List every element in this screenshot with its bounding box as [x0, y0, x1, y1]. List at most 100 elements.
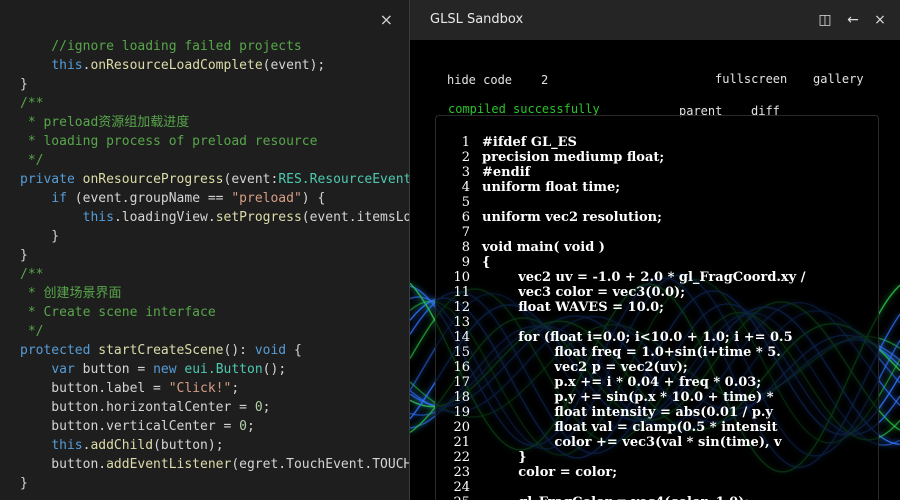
line-number: 20	[453, 420, 470, 435]
line-number: 16	[453, 360, 470, 375]
shader-code-text: p.y += sin(p.x * 10.0 + time) *	[482, 390, 774, 405]
hide-code-button[interactable]: hide code	[437, 67, 523, 93]
code-token: //ignore loading failed projects	[20, 39, 302, 54]
code-line: this.addChild(button);	[20, 436, 409, 455]
shader-code-line: 12 float WAVES = 10.0;	[436, 300, 878, 315]
code-token: new	[153, 362, 185, 377]
layout-icon[interactable]: ◫	[815, 10, 835, 30]
line-number: 9	[461, 255, 470, 270]
shader-code-editor[interactable]: 1 #ifdef GL_ES 2 precision mediump float; 3 #…	[435, 115, 879, 500]
shader-code-line: 9{	[436, 255, 878, 270]
shader-code-line: 20 float val = clamp(0.5 * intensit	[436, 420, 878, 435]
shader-code-line: 5	[436, 195, 878, 210]
code-token: addEventListener	[106, 457, 232, 472]
line-number: 19	[453, 405, 470, 420]
gallery-button[interactable]: gallery	[803, 66, 874, 92]
code-token: ;	[231, 381, 240, 396]
code-line: /**	[20, 265, 409, 284]
shader-code-line: 4 uniform float time;	[436, 180, 878, 195]
code-token: .loadingView.	[113, 210, 216, 225]
code-line: button.verticalCenter = 0;	[20, 417, 409, 436]
shader-viewport[interactable]: hide code 2 fullscreen gallery parent di…	[410, 40, 900, 500]
shader-code-line: 13	[436, 315, 878, 330]
line-number: 7	[461, 225, 470, 240]
code-token: */	[20, 324, 44, 339]
shader-code-text: uniform float time;	[482, 180, 621, 195]
code-token: startCreateScene	[98, 343, 224, 358]
code-token: ();	[262, 362, 287, 377]
code-token: (event);	[262, 58, 326, 73]
shader-code-text: float val = clamp(0.5 * intensit	[482, 420, 778, 435]
code-token: 0	[254, 400, 263, 415]
code-line: /**	[20, 94, 409, 113]
code-token: */	[20, 153, 44, 168]
line-number: 3	[461, 165, 470, 180]
code-token: onResourceLoadComplete	[90, 58, 263, 73]
shader-code-line: 3 #endif	[436, 165, 878, 180]
back-arrow-icon[interactable]: ←	[843, 10, 863, 30]
code-editor[interactable]: × //ignore loading failed projects this.…	[0, 0, 409, 500]
shader-code-line: 16 vec2 p = vec2(uv);	[436, 360, 878, 375]
shader-code-line: 6 uniform vec2 resolution;	[436, 210, 878, 225]
code-line: }	[20, 75, 409, 94]
line-number: 1	[461, 135, 470, 150]
shader-code-line: 1 #ifdef GL_ES	[436, 135, 878, 150]
code-token: * Create scene interface	[20, 305, 216, 320]
code-token: addChild	[90, 438, 154, 453]
code-token: {	[286, 343, 302, 358]
code-token: this	[51, 438, 83, 453]
code-token: (button);	[153, 438, 224, 453]
line-number: 6	[461, 210, 470, 225]
close-icon[interactable]: ×	[380, 12, 393, 28]
code-line: }	[20, 474, 409, 493]
shader-code-text: vec2 p = vec2(uv);	[482, 360, 688, 375]
shader-code-text: {	[482, 255, 491, 270]
code-token: button.horizontalCenter =	[20, 400, 255, 415]
code-line: if (event.groupName == "preload") {	[20, 189, 409, 208]
code-line: this.loadingView.setProgress(event.items…	[20, 208, 409, 227]
code-token: eui.Button	[184, 362, 263, 377]
line-number: 21	[453, 435, 470, 450]
shader-code-text: p.x += i * 0.04 + freq * 0.03;	[482, 375, 762, 390]
code-token: 0	[239, 419, 247, 434]
line-number: 14	[453, 330, 470, 345]
code-token: * loading process of preload resource	[20, 134, 318, 149]
code-token: * 创建场景界面	[20, 286, 122, 301]
code-line: private onResourceProgress(event:RES.Res…	[20, 170, 409, 189]
fullscreen-button[interactable]: fullscreen	[705, 66, 798, 92]
code-token: private	[20, 172, 83, 187]
line-number: 4	[461, 180, 470, 195]
code-line: }	[20, 246, 409, 265]
line-number: 22	[453, 450, 470, 465]
shader-code-text: for (float i=0.0; i<10.0 + 1.0; i += 0.5	[482, 330, 793, 345]
line-number: 12	[453, 300, 470, 315]
shader-code-text: float WAVES = 10.0;	[482, 300, 664, 315]
code-token: }	[20, 248, 28, 263]
line-number: 15	[453, 345, 470, 360]
line-number: 17	[453, 375, 470, 390]
code-area[interactable]: //ignore loading failed projects this.on…	[20, 37, 409, 493]
shader-code-line: 10 vec2 uv = -1.0 + 2.0 * gl_FragCoord.x…	[436, 270, 878, 285]
code-token: ) {	[301, 191, 326, 206]
shader-code-line: 25 gl_FragColor = vec4(color, 1.0);	[436, 495, 878, 500]
code-token: ():	[223, 343, 255, 358]
compile-status: compiled successfully	[448, 102, 600, 116]
shader-code-line: 8 void main( void )	[436, 240, 878, 255]
close-icon[interactable]: ×	[870, 10, 890, 30]
code-token: ;	[262, 400, 271, 415]
editor-tab-bar: ×	[0, 0, 409, 40]
code-token: * preload资源组加载进度	[20, 115, 190, 130]
shader-code-text: color = color;	[482, 465, 618, 480]
shader-code-text: uniform vec2 resolution;	[482, 210, 662, 225]
code-token: ;	[246, 419, 255, 434]
shader-code-line: 11 vec3 color = vec3(0.0);	[436, 285, 878, 300]
code-line: * loading process of preload resource	[20, 132, 409, 151]
quality-select[interactable]: 2	[531, 67, 559, 93]
shader-code-lines[interactable]: 1 #ifdef GL_ES 2 precision mediump float; 3 #…	[436, 135, 878, 500]
shader-code-text: }	[482, 450, 527, 465]
line-number: 5	[461, 195, 470, 210]
